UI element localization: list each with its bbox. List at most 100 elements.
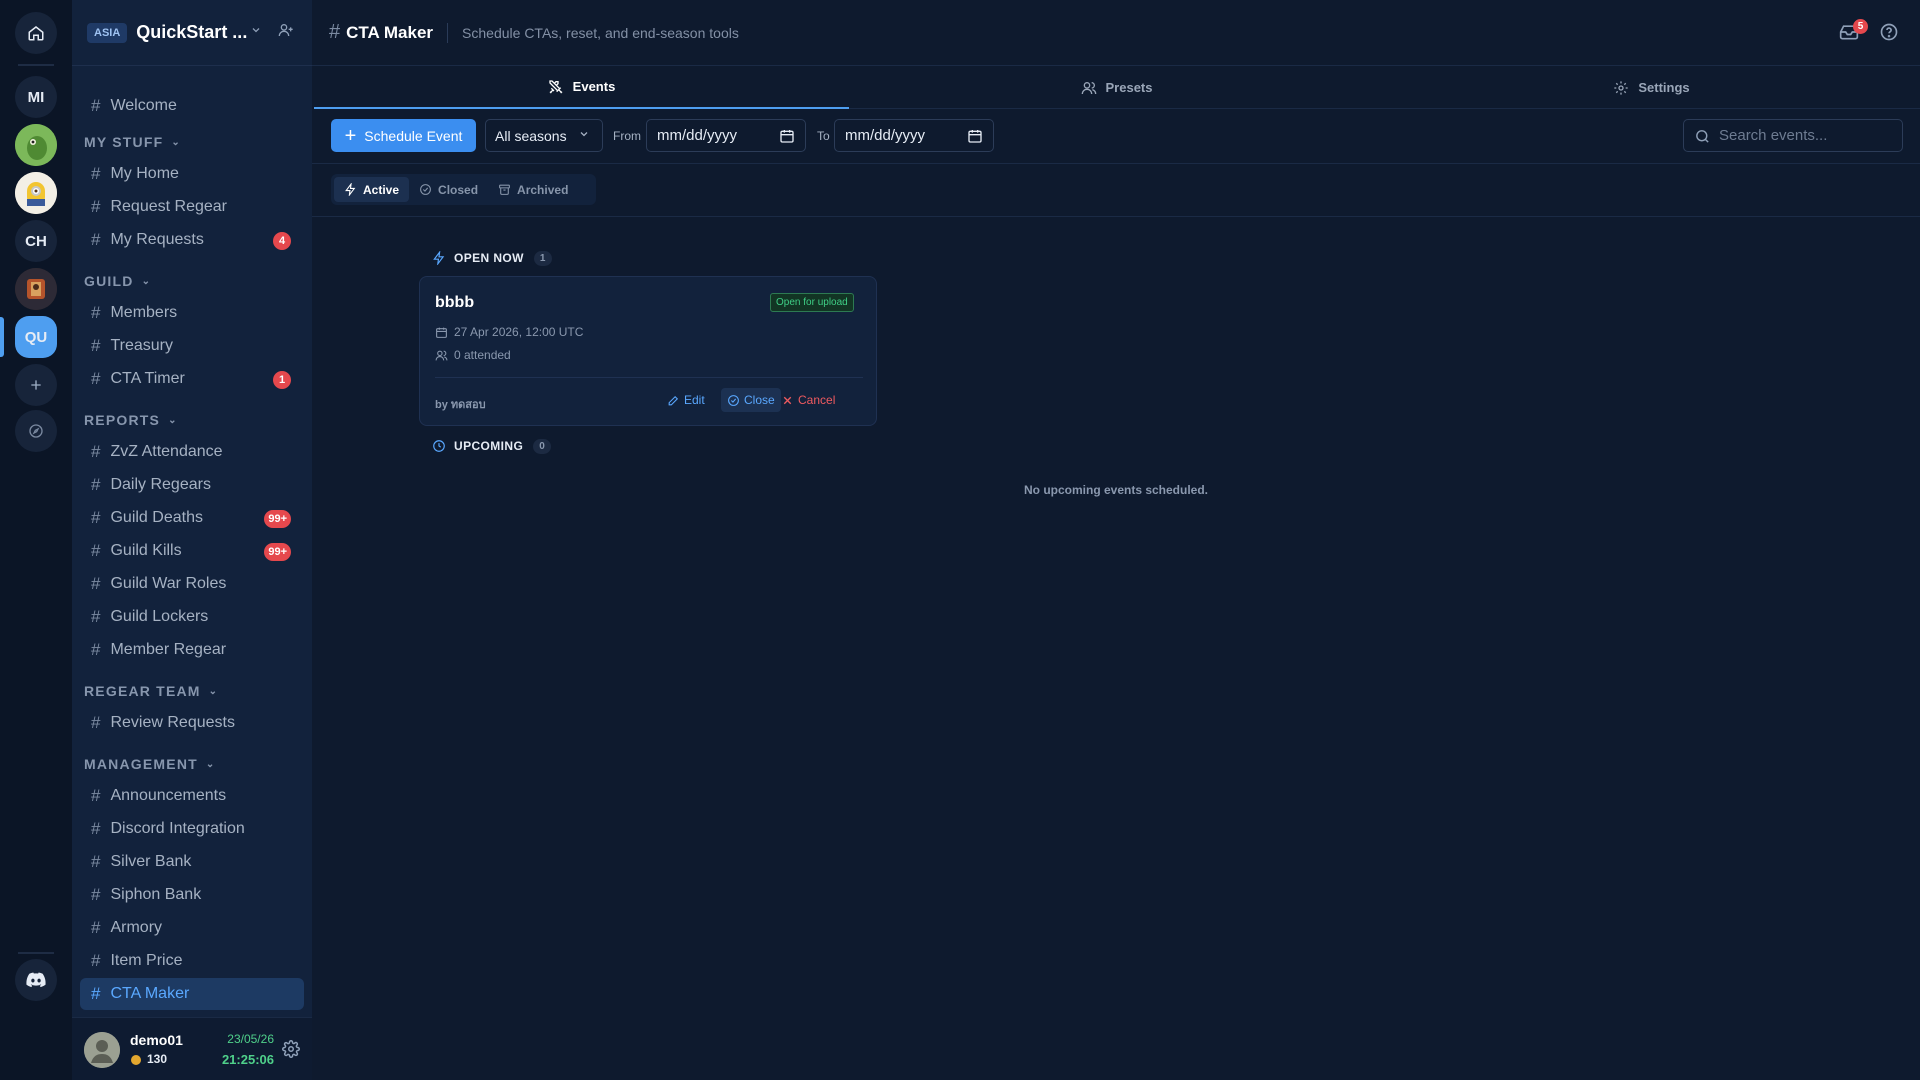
clock-icon (433, 440, 445, 452)
bolt-icon (433, 251, 445, 265)
channel-cta-timer[interactable]: # CTA Timer 1 (80, 363, 304, 395)
calendar-icon[interactable] (967, 128, 983, 148)
empty-state: No upcoming events scheduled. (1023, 483, 1209, 497)
divider (312, 216, 1920, 217)
edit-button[interactable]: Edit (661, 388, 711, 412)
channel-member-regear[interactable]: # Member Regear (80, 634, 304, 666)
region-badge: ASIA (87, 22, 128, 43)
channel-item-price[interactable]: # Item Price (80, 945, 304, 977)
search-input[interactable]: Search events... (1683, 119, 1903, 152)
channel-sidebar: ASIA QuickStart ... # Welcome MY STUFF ⌄ #… (72, 0, 312, 1080)
cancel-button[interactable]: Cancel (775, 388, 841, 412)
category-management[interactable]: MANAGEMENT ⌄ (84, 753, 215, 775)
channel-guild-deaths[interactable]: # Guild Deaths 99+ (80, 502, 304, 534)
server-avatar-minion[interactable] (15, 172, 57, 214)
coin-icon (131, 1055, 141, 1065)
category-my-stuff[interactable]: MY STUFF ⌄ (84, 131, 181, 153)
gear-icon[interactable] (282, 1040, 300, 1063)
tab-settings[interactable]: Settings (1384, 66, 1919, 109)
hash-icon: # (329, 21, 341, 43)
channel-daily-regears[interactable]: # Daily Regears (80, 469, 304, 501)
channel-my-home[interactable]: # My Home (80, 158, 304, 190)
chevron-down-icon[interactable] (250, 24, 262, 39)
channel-my-requests[interactable]: # My Requests 4 (80, 224, 304, 256)
server-avatar-warrior[interactable] (15, 268, 57, 310)
filter-active[interactable]: Active (334, 177, 410, 202)
channel-review-requests[interactable]: # Review Requests (80, 707, 304, 739)
tab-bar: Events Presets Settings (314, 66, 1920, 109)
header-divider (447, 22, 449, 43)
channel-guild-war-roles[interactable]: # Guild War Roles (80, 568, 304, 600)
server-avatar-dragon[interactable] (15, 124, 57, 166)
season-select[interactable]: All seasons (485, 119, 603, 152)
server-mi[interactable]: MI (15, 76, 57, 118)
calendar-icon[interactable] (779, 128, 795, 148)
add-user-icon[interactable] (278, 22, 294, 43)
category-regear-team[interactable]: REGEAR TEAM ⌄ (84, 680, 218, 702)
avatar[interactable] (84, 1032, 120, 1068)
server-rail: MI CH QU (0, 0, 72, 1080)
calendar-icon (436, 327, 447, 338)
swords-icon (549, 79, 563, 93)
to-label: To (817, 129, 830, 143)
home-button[interactable] (15, 12, 57, 54)
hash-icon: # (91, 819, 101, 838)
rail-divider (18, 64, 54, 66)
pencil-icon (668, 395, 679, 405)
event-author: by ทดสอบ (435, 399, 486, 411)
channel-guild-lockers[interactable]: # Guild Lockers (80, 601, 304, 633)
server-qu[interactable]: QU (15, 316, 57, 358)
event-card[interactable]: bbbb Open for upload 27 Apr 2026, 12:00 … (419, 276, 877, 426)
gear-icon (1614, 80, 1629, 95)
channel-request-regear[interactable]: # Request Regear (80, 191, 304, 223)
username: demo01 (130, 1032, 183, 1048)
channel-treasury[interactable]: # Treasury (80, 330, 304, 362)
channel-welcome[interactable]: # Welcome (80, 90, 304, 122)
server-header[interactable]: ASIA QuickStart ... (72, 0, 312, 66)
unread-badge: 1 (273, 371, 291, 389)
from-label: From (613, 129, 641, 143)
filter-closed[interactable]: Closed (409, 177, 488, 202)
discord-icon (26, 972, 46, 988)
channel-armory[interactable]: # Armory (80, 912, 304, 944)
check-circle-icon (420, 184, 431, 195)
channel-members[interactable]: # Members (80, 297, 304, 329)
chevron-down-icon: ⌄ (205, 758, 216, 770)
section-open-now: OPEN NOW 1 (432, 249, 552, 267)
add-server-button[interactable] (15, 364, 57, 406)
filter-archived[interactable]: Archived (488, 177, 578, 202)
chevron-down-icon: ⌄ (208, 685, 219, 697)
user-panel: demo01 130 23/05/26 21:25:06 (72, 1017, 312, 1080)
hash-icon: # (91, 951, 101, 970)
channel-siphon-bank[interactable]: # Siphon Bank (80, 879, 304, 911)
active-server-indicator (0, 317, 4, 357)
warrior-avatar-icon (15, 268, 57, 310)
event-title: bbbb (435, 294, 475, 311)
tab-events[interactable]: Events (314, 66, 849, 109)
to-date-input[interactable]: mm/dd/yyyy (834, 119, 994, 152)
category-guild[interactable]: GUILD ⌄ (84, 270, 151, 292)
dragon-avatar-icon (15, 124, 57, 166)
event-date: 27 Apr 2026, 12:00 UTC (435, 325, 583, 339)
status-badge: Open for upload (770, 293, 854, 312)
main-panel: # CTA Maker Schedule CTAs, reset, and en… (312, 0, 1920, 1080)
schedule-event-button[interactable]: + Schedule Event (331, 119, 476, 152)
server-ch[interactable]: CH (15, 220, 57, 262)
explore-button[interactable] (15, 410, 57, 452)
user-date: 23/05/26 (227, 1032, 274, 1046)
search-icon (1694, 128, 1711, 149)
close-button[interactable]: Close (721, 388, 781, 412)
page-subtitle: Schedule CTAs, reset, and end-season too… (462, 24, 739, 41)
from-date-input[interactable]: mm/dd/yyyy (646, 119, 806, 152)
help-icon[interactable] (1879, 22, 1899, 47)
channel-silver-bank[interactable]: # Silver Bank (80, 846, 304, 878)
discord-button[interactable] (15, 959, 57, 1001)
channel-discord-integration[interactable]: # Discord Integration (80, 813, 304, 845)
channel-zvz-attendance[interactable]: # ZvZ Attendance (80, 436, 304, 468)
channel-announcements[interactable]: # Announcements (80, 780, 304, 812)
channel-cta-maker[interactable]: # CTA Maker (80, 978, 304, 1010)
category-reports[interactable]: REPORTS ⌄ (84, 409, 178, 431)
hash-icon: # (91, 197, 101, 216)
channel-guild-kills[interactable]: # Guild Kills 99+ (80, 535, 304, 567)
tab-presets[interactable]: Presets (849, 66, 1384, 109)
